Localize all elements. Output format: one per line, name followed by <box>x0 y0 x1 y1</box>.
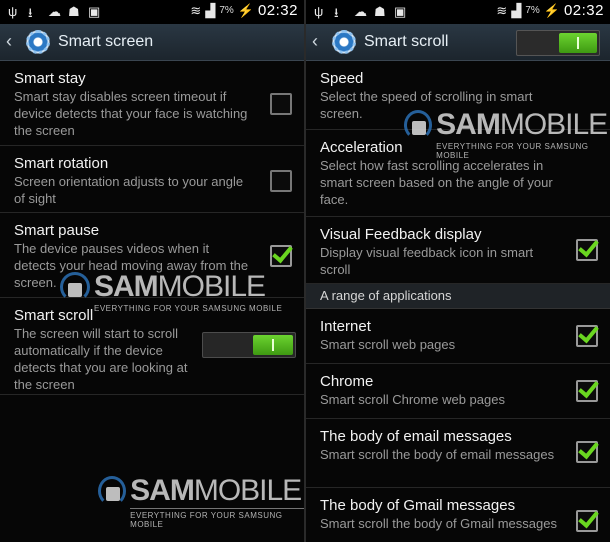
setting-description: Display visual feedback icon in smart sc… <box>320 245 534 277</box>
sammobile-logo-icon <box>98 476 127 506</box>
smart-rotation-checkbox[interactable] <box>270 170 292 192</box>
battery-charging-icon: ⚡ <box>237 2 254 18</box>
watermark-brand-thin: MOBILE <box>157 270 266 303</box>
setting-title: Smart stay <box>14 70 86 87</box>
watermark-tagline: EVERYTHING FOR YOUR SAMSUNG MOBILE <box>94 304 283 313</box>
toggle-knob <box>253 335 293 355</box>
clock: 02:32 <box>563 2 604 19</box>
app-chrome[interactable]: Chrome Smart scroll Chrome web pages <box>306 364 610 419</box>
chrome-checkbox[interactable] <box>576 380 598 402</box>
setting-smart-stay[interactable]: Smart stay Smart stay disables screen ti… <box>0 61 304 146</box>
setting-description: Smart stay disables screen timeout if de… <box>14 89 248 138</box>
sd-card-icon: ▣ <box>88 4 101 19</box>
download-icon: ⭳ <box>28 5 33 20</box>
setting-description: The screen will start to scroll automati… <box>14 326 188 392</box>
setting-title: The body of email messages <box>320 428 512 445</box>
gmail-checkbox[interactable] <box>576 510 598 532</box>
action-bar: ‹ Smart scroll <box>306 24 610 61</box>
action-bar: ‹ Smart screen <box>0 24 304 61</box>
watermark: SAMMOBILE EVERYTHING FOR YOUR SAMSUNG MO… <box>60 272 282 313</box>
setting-description: Smart scroll web pages <box>320 337 456 352</box>
app-internet[interactable]: Internet Smart scroll web pages <box>306 309 610 364</box>
usb-icon: ψ <box>8 4 18 19</box>
setting-title: Visual Feedback display <box>320 226 482 243</box>
signal-icon: ▟ <box>511 2 522 18</box>
setting-title: Internet <box>320 318 371 335</box>
smart-pause-checkbox[interactable] <box>270 245 292 267</box>
setting-title: Smart rotation <box>14 155 109 172</box>
watermark: SAMMOBILE EVERYTHING FOR YOUR SAMSUNG MO… <box>404 110 610 160</box>
android-icon: ☗ <box>68 4 80 19</box>
status-bar: ψ ⭳ ☁ ☗ ▣ ≋ ▟ 7% ⚡ 02:32 <box>0 0 304 24</box>
cloud-icon: ☁ <box>354 4 367 19</box>
watermark-brand-bold: SAM <box>94 270 159 303</box>
watermark-brand-thin: MOBILE <box>193 474 302 507</box>
usb-icon: ψ <box>314 4 324 19</box>
setting-description: Smart scroll Chrome web pages <box>320 392 505 407</box>
setting-title: Smart pause <box>14 222 100 239</box>
sammobile-logo-icon <box>404 110 433 140</box>
watermark-line <box>130 508 304 509</box>
cloud-icon: ☁ <box>48 4 61 19</box>
app-gmail[interactable]: The body of Gmail messages Smart scroll … <box>306 488 610 542</box>
setting-title: Speed <box>320 70 364 87</box>
setting-description: Select how fast scrolling accelerates in… <box>320 158 553 207</box>
email-checkbox[interactable] <box>576 441 598 463</box>
internet-checkbox[interactable] <box>576 325 598 347</box>
section-header: A range of applications <box>306 284 610 309</box>
sd-card-icon: ▣ <box>394 4 407 19</box>
setting-description: Smart scroll the body of Gmail messages <box>320 516 557 531</box>
page-title: Smart scroll <box>364 33 449 50</box>
battery-charging-icon: ⚡ <box>543 2 560 18</box>
watermark-brand-bold: SAM <box>436 108 501 141</box>
setting-smart-rotation[interactable]: Smart rotation Screen orientation adjust… <box>0 146 304 213</box>
smart-stay-checkbox[interactable] <box>270 93 292 115</box>
page-title: Smart screen <box>58 33 154 50</box>
smart-scroll-panel: ψ ⭳ ☁ ☗ ▣ ≋ ▟ 7% ⚡ 02:32 ‹ Smart scroll … <box>306 0 610 542</box>
sammobile-logo-icon <box>60 272 90 302</box>
watermark-tagline: EVERYTHING FOR YOUR SAMSUNG MOBILE <box>436 142 589 160</box>
smart-scroll-master-toggle[interactable] <box>516 30 600 56</box>
smart-screen-panel: ψ ⭳ ☁ ☗ ▣ ≋ ▟ 7% ⚡ 02:32 ‹ Smart screen … <box>0 0 304 542</box>
setting-description: Smart scroll the body of email messages <box>320 447 555 462</box>
signal-icon: ▟ <box>205 2 216 18</box>
battery-level: 7% <box>219 5 234 16</box>
back-icon[interactable]: ‹ <box>312 32 318 50</box>
clock: 02:32 <box>257 2 298 19</box>
setting-title: The body of Gmail messages <box>320 497 516 514</box>
watermark-brand-bold: SAM <box>130 474 195 507</box>
status-bar: ψ ⭳ ☁ ☗ ▣ ≋ ▟ 7% ⚡ 02:32 <box>306 0 610 24</box>
visual-feedback-checkbox[interactable] <box>576 239 598 261</box>
setting-description: Screen orientation adjusts to your angle… <box>14 174 244 206</box>
settings-gear-icon[interactable] <box>330 28 358 56</box>
setting-visual-feedback[interactable]: Visual Feedback display Display visual f… <box>306 217 610 284</box>
wifi-icon: ≋ <box>496 2 508 18</box>
watermark-tagline: EVERYTHING FOR YOUR SAMSUNG MOBILE <box>130 511 283 529</box>
download-icon: ⭳ <box>334 5 339 20</box>
smart-scroll-toggle[interactable] <box>202 332 296 358</box>
toggle-knob <box>559 33 597 53</box>
battery-level: 7% <box>525 5 540 16</box>
wifi-icon: ≋ <box>190 2 202 18</box>
setting-title: Chrome <box>320 373 374 390</box>
watermark-brand-thin: MOBILE <box>499 108 608 141</box>
android-icon: ☗ <box>374 4 386 19</box>
back-icon[interactable]: ‹ <box>6 32 12 50</box>
app-email[interactable]: The body of email messages Smart scroll … <box>306 419 610 488</box>
settings-gear-icon[interactable] <box>24 28 52 56</box>
watermark: SAMMOBILE EVERYTHING FOR YOUR SAMSUNG MO… <box>98 476 304 529</box>
